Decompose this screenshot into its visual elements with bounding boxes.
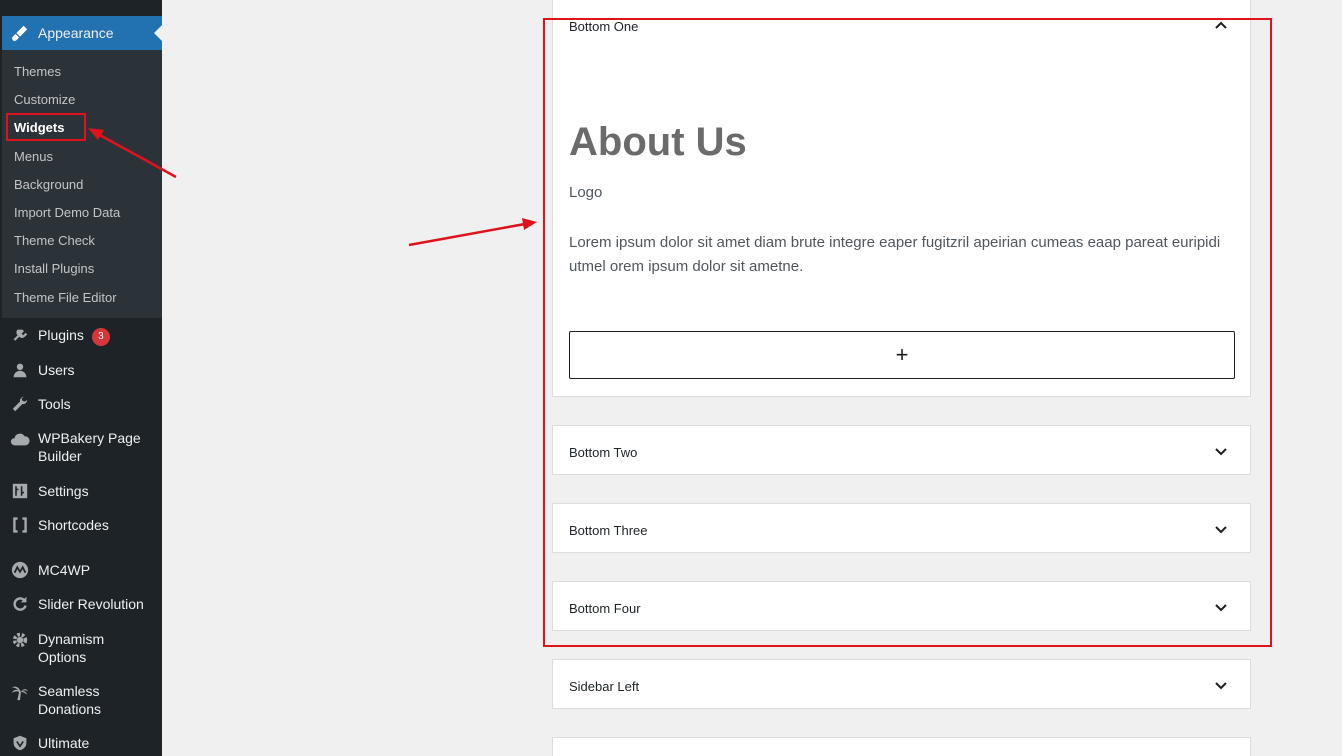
- submenu-themes[interactable]: Themes: [14, 64, 61, 79]
- submenu-customize[interactable]: Customize: [14, 92, 75, 107]
- widget-paragraph[interactable]: Lorem ipsum dolor sit amet diam brute in…: [569, 231, 1234, 279]
- chevron-up-icon[interactable]: [1214, 18, 1228, 32]
- chevron-down-icon[interactable]: [1214, 679, 1228, 693]
- admin-sidebar: Appearance Themes Customize Widgets Menu…: [0, 0, 162, 756]
- menu-settings[interactable]: Settings: [2, 481, 162, 501]
- widget-area-bottom-one: Bottom One About Us Logo Lorem ipsum dol…: [552, 0, 1251, 397]
- menu-mc4wp-label: MC4WP: [38, 562, 91, 578]
- mc4wp-icon: [10, 560, 30, 580]
- user-icon: [10, 360, 30, 380]
- refresh-icon: [10, 594, 30, 614]
- gear-icon: [10, 630, 30, 650]
- widget-area-title: Bottom Four: [569, 601, 641, 616]
- menu-seamless-donations[interactable]: Seamless Donations: [2, 681, 162, 719]
- submenu-background[interactable]: Background: [14, 177, 83, 192]
- shield-icon: [10, 733, 30, 753]
- chevron-down-icon[interactable]: [1214, 601, 1228, 615]
- menu-users-label: Users: [38, 362, 75, 378]
- menu-plugins-label: Plugins: [38, 327, 84, 344]
- menu-shortcodes[interactable]: Shortcodes: [2, 515, 162, 535]
- chevron-down-icon[interactable]: [1214, 445, 1228, 459]
- add-block-button[interactable]: +: [569, 331, 1235, 379]
- widget-area-title: Sidebar Left: [569, 679, 640, 694]
- submenu-menus[interactable]: Menus: [14, 149, 53, 164]
- menu-slider-revolution[interactable]: Slider Revolution: [2, 594, 162, 614]
- widget-area-sidebar-left[interactable]: Sidebar Left: [552, 659, 1251, 709]
- brackets-icon: [10, 515, 30, 535]
- menu-plugins[interactable]: Plugins 3: [2, 326, 162, 346]
- wrench-icon: [10, 394, 30, 414]
- widget-area-bottom-three[interactable]: Bottom Three: [552, 503, 1251, 553]
- menu-slider-revolution-label: Slider Revolution: [38, 596, 144, 612]
- menu-settings-label: Settings: [38, 483, 89, 499]
- menu-tools[interactable]: Tools: [2, 394, 162, 414]
- menu-mc4wp[interactable]: MC4WP: [2, 560, 162, 580]
- widget-area-title[interactable]: Bottom One: [569, 19, 638, 34]
- menu-wpbakery-label: WPBakery Page Builder: [38, 430, 141, 464]
- menu-dynamism-options-label: Dynamism Options: [38, 631, 105, 665]
- menu-tools-label: Tools: [38, 396, 71, 412]
- widget-area-bottom-two[interactable]: Bottom Two: [552, 425, 1251, 475]
- plugins-update-badge: 3: [91, 327, 110, 346]
- widget-logo-text[interactable]: Logo: [569, 184, 602, 201]
- menu-ultimate-label: Ultimate: [38, 735, 90, 751]
- current-menu-arrow: [154, 25, 162, 41]
- settings-icon: [10, 481, 30, 501]
- submenu-theme-check[interactable]: Theme Check: [14, 233, 95, 248]
- submenu-theme-file-editor[interactable]: Theme File Editor: [14, 290, 117, 305]
- menu-seamless-donations-label: Seamless Donations: [38, 683, 102, 717]
- menu-appearance[interactable]: Appearance: [2, 16, 162, 50]
- cloud-icon: [10, 429, 30, 449]
- menu-appearance-label: Appearance: [38, 25, 114, 41]
- palm-icon: [10, 682, 30, 702]
- submenu-widgets[interactable]: Widgets: [14, 120, 64, 135]
- widget-area-title: Bottom Two: [569, 445, 638, 460]
- menu-shortcodes-label: Shortcodes: [38, 517, 109, 533]
- menu-ultimate[interactable]: Ultimate: [2, 733, 162, 753]
- widget-heading[interactable]: About Us: [569, 120, 747, 165]
- submenu-import-demo-data[interactable]: Import Demo Data: [14, 205, 120, 220]
- plugin-icon: [10, 326, 30, 346]
- submenu-install-plugins[interactable]: Install Plugins: [14, 261, 94, 276]
- menu-wpbakery[interactable]: WPBakery Page Builder: [2, 428, 162, 466]
- widget-area-bottom-four[interactable]: Bottom Four: [552, 581, 1251, 631]
- widget-area-next[interactable]: [552, 737, 1251, 756]
- widget-area-title: Bottom Three: [569, 523, 648, 538]
- menu-dynamism-options[interactable]: Dynamism Options: [2, 629, 162, 667]
- appearance-submenu: Themes Customize Widgets Menus Backgroun…: [2, 50, 162, 318]
- chevron-down-icon[interactable]: [1214, 523, 1228, 537]
- menu-users[interactable]: Users: [2, 360, 162, 380]
- annotation-arrow-panels: [408, 218, 537, 247]
- paintbrush-icon: [10, 23, 30, 43]
